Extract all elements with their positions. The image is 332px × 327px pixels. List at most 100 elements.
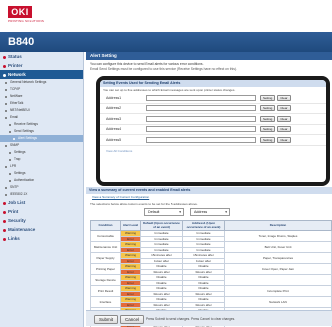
- bullet-icon: [9, 158, 11, 161]
- sidebar-item-lpr[interactable]: LPR: [0, 163, 83, 170]
- sidebar-item-receive-settings[interactable]: Receive Settings: [0, 121, 83, 128]
- summary-heading: View a summary of current events and ena…: [86, 187, 332, 194]
- sidebar-item-ethertalk[interactable]: EtherTalk: [0, 100, 83, 107]
- sidebar-item-label: Email: [10, 115, 18, 119]
- address-input[interactable]: [146, 126, 256, 133]
- condition-cell: Maintenance Unit: [90, 241, 121, 253]
- sidebar-item-label: Links: [8, 236, 20, 241]
- page-title: Alert Setting: [86, 52, 332, 60]
- clear-button[interactable]: Clear: [277, 136, 291, 143]
- sidebar-item-label: Network: [8, 72, 26, 77]
- bullet-icon: [5, 144, 7, 147]
- intro-text: You can configure this device to send Em…: [90, 62, 204, 66]
- address-row: Address2 Setting Clear: [100, 104, 326, 114]
- bullet-icon: [5, 186, 7, 189]
- sidebar-item-label: LPR: [10, 164, 17, 168]
- sidebar-item-email[interactable]: Email: [0, 114, 83, 121]
- sidebar-item-settings[interactable]: Settings: [0, 149, 83, 156]
- bullet-icon: [5, 193, 7, 196]
- clear-button[interactable]: Clear: [277, 126, 291, 133]
- cancel-button[interactable]: Cancel: [120, 315, 145, 324]
- bullet-icon: [9, 179, 11, 182]
- setting-button[interactable]: Setting: [260, 126, 276, 133]
- bullet-icon: [3, 55, 6, 59]
- address-row: Address5 Setting Clear: [100, 135, 326, 146]
- description-cell: [224, 274, 332, 286]
- bullet-icon: [5, 116, 7, 119]
- sidebar-item-label: NBT/NetBEUI: [10, 108, 30, 112]
- bullet-icon: [3, 73, 6, 77]
- bullet-icon: [3, 64, 6, 68]
- sidebar-item-authentication[interactable]: Authentication: [0, 177, 83, 184]
- sidebar-item-netware[interactable]: NetWare: [0, 93, 83, 100]
- column-header: Condition: [90, 220, 121, 231]
- condition-cell: Paper Supply: [90, 252, 121, 264]
- address-input[interactable]: [146, 94, 256, 101]
- sidebar-item-status[interactable]: Status: [0, 52, 83, 61]
- sidebar-item-alert-settings[interactable]: Alert Settings: [0, 135, 83, 142]
- setting-button[interactable]: Setting: [260, 115, 276, 122]
- sidebar-item-label: EtherTalk: [10, 101, 24, 105]
- description-cell: Network LAN: [224, 296, 332, 308]
- description-cell: Incomplete Print: [224, 285, 332, 297]
- default-select-value: Default: [148, 210, 160, 214]
- sidebar-item-sntp[interactable]: SNTP: [0, 184, 83, 191]
- setting-button[interactable]: Setting: [260, 136, 276, 143]
- clear-button[interactable]: Clear: [277, 94, 291, 101]
- description-cell: Belt Unit, Fuser Unit: [224, 241, 332, 253]
- address-select[interactable]: Address ▾: [190, 208, 230, 216]
- view-all-conditions-link[interactable]: View All Conditions: [100, 146, 326, 156]
- sidebar-item-label: Security: [8, 218, 26, 223]
- column-header: Alert Level: [120, 220, 141, 231]
- clear-button[interactable]: Clear: [277, 115, 291, 122]
- sidebar-item-nbt-netbeui[interactable]: NBT/NetBEUI: [0, 107, 83, 114]
- sidebar-item-label: Trap: [14, 157, 21, 161]
- submit-button[interactable]: Submit: [94, 315, 119, 324]
- tagline: PRINTING SOLUTIONS: [8, 19, 45, 23]
- bullet-icon: [9, 130, 11, 133]
- address-label: Address4: [106, 127, 122, 132]
- condition-cell: Printing Paper: [90, 263, 121, 275]
- bullet-icon: [3, 219, 6, 223]
- sidebar-item-send-settings[interactable]: Send Settings: [0, 128, 83, 135]
- bullet-icon: [5, 165, 7, 168]
- sidebar-item-snmp[interactable]: SNMP: [0, 142, 83, 149]
- bullet-icon: [5, 88, 7, 91]
- bullet-icon: [5, 81, 7, 84]
- bullet-icon: [5, 95, 7, 98]
- model-bar: B840: [0, 32, 332, 52]
- sidebar-item-trap[interactable]: Trap: [0, 156, 83, 163]
- top-bar: OKI PRINTING SOLUTIONS: [0, 0, 332, 32]
- sidebar-item-settings[interactable]: Settings: [0, 170, 83, 177]
- address-label: Address1: [106, 95, 122, 100]
- address-input[interactable]: [146, 115, 256, 122]
- filter-selects: Default ▾ Address ▾: [144, 208, 274, 218]
- condition-cell: Interface: [90, 296, 121, 308]
- sidebar-item-print[interactable]: Print: [0, 207, 83, 216]
- main-content: Alert Setting You can configure this dev…: [86, 52, 332, 327]
- address-input[interactable]: [146, 136, 256, 143]
- bullet-icon: [9, 123, 11, 126]
- sidebar-item-maintenance[interactable]: Maintenance: [0, 225, 83, 234]
- clear-button[interactable]: Clear: [277, 105, 291, 112]
- sidebar-item-security[interactable]: Security: [0, 216, 83, 225]
- default-select[interactable]: Default ▾: [144, 208, 184, 216]
- sidebar-item-network[interactable]: Network: [0, 70, 83, 79]
- condition-cell: Storage Device: [90, 274, 121, 286]
- view-summary-link[interactable]: View a Summary of Current Configuration: [92, 195, 149, 199]
- sidebar-item-general-network-settings[interactable]: General Network Settings: [0, 79, 83, 86]
- setting-button[interactable]: Setting: [260, 105, 276, 112]
- sidebar-item-printer[interactable]: Printer: [0, 61, 83, 70]
- sidebar-item-links[interactable]: Links: [0, 234, 83, 243]
- column-header: Default (Upon occurrence of an event): [140, 220, 183, 231]
- setting-button[interactable]: Setting: [260, 94, 276, 101]
- sidebar-item-label: General Network Settings: [10, 80, 47, 84]
- sidebar-item-job-list[interactable]: Job List: [0, 198, 83, 207]
- address-input[interactable]: [146, 105, 256, 112]
- sidebar-item-tcp-ip[interactable]: TCP/IP: [0, 86, 83, 93]
- address-label: Address3: [106, 116, 122, 121]
- column-header: Address1 (Upon occurrence of an event): [182, 220, 225, 231]
- sidebar-item-ieee802-1x[interactable]: IEEE802.1X: [0, 191, 83, 198]
- bullet-icon: [5, 102, 7, 105]
- address-row: Address4 Setting Clear: [100, 125, 326, 135]
